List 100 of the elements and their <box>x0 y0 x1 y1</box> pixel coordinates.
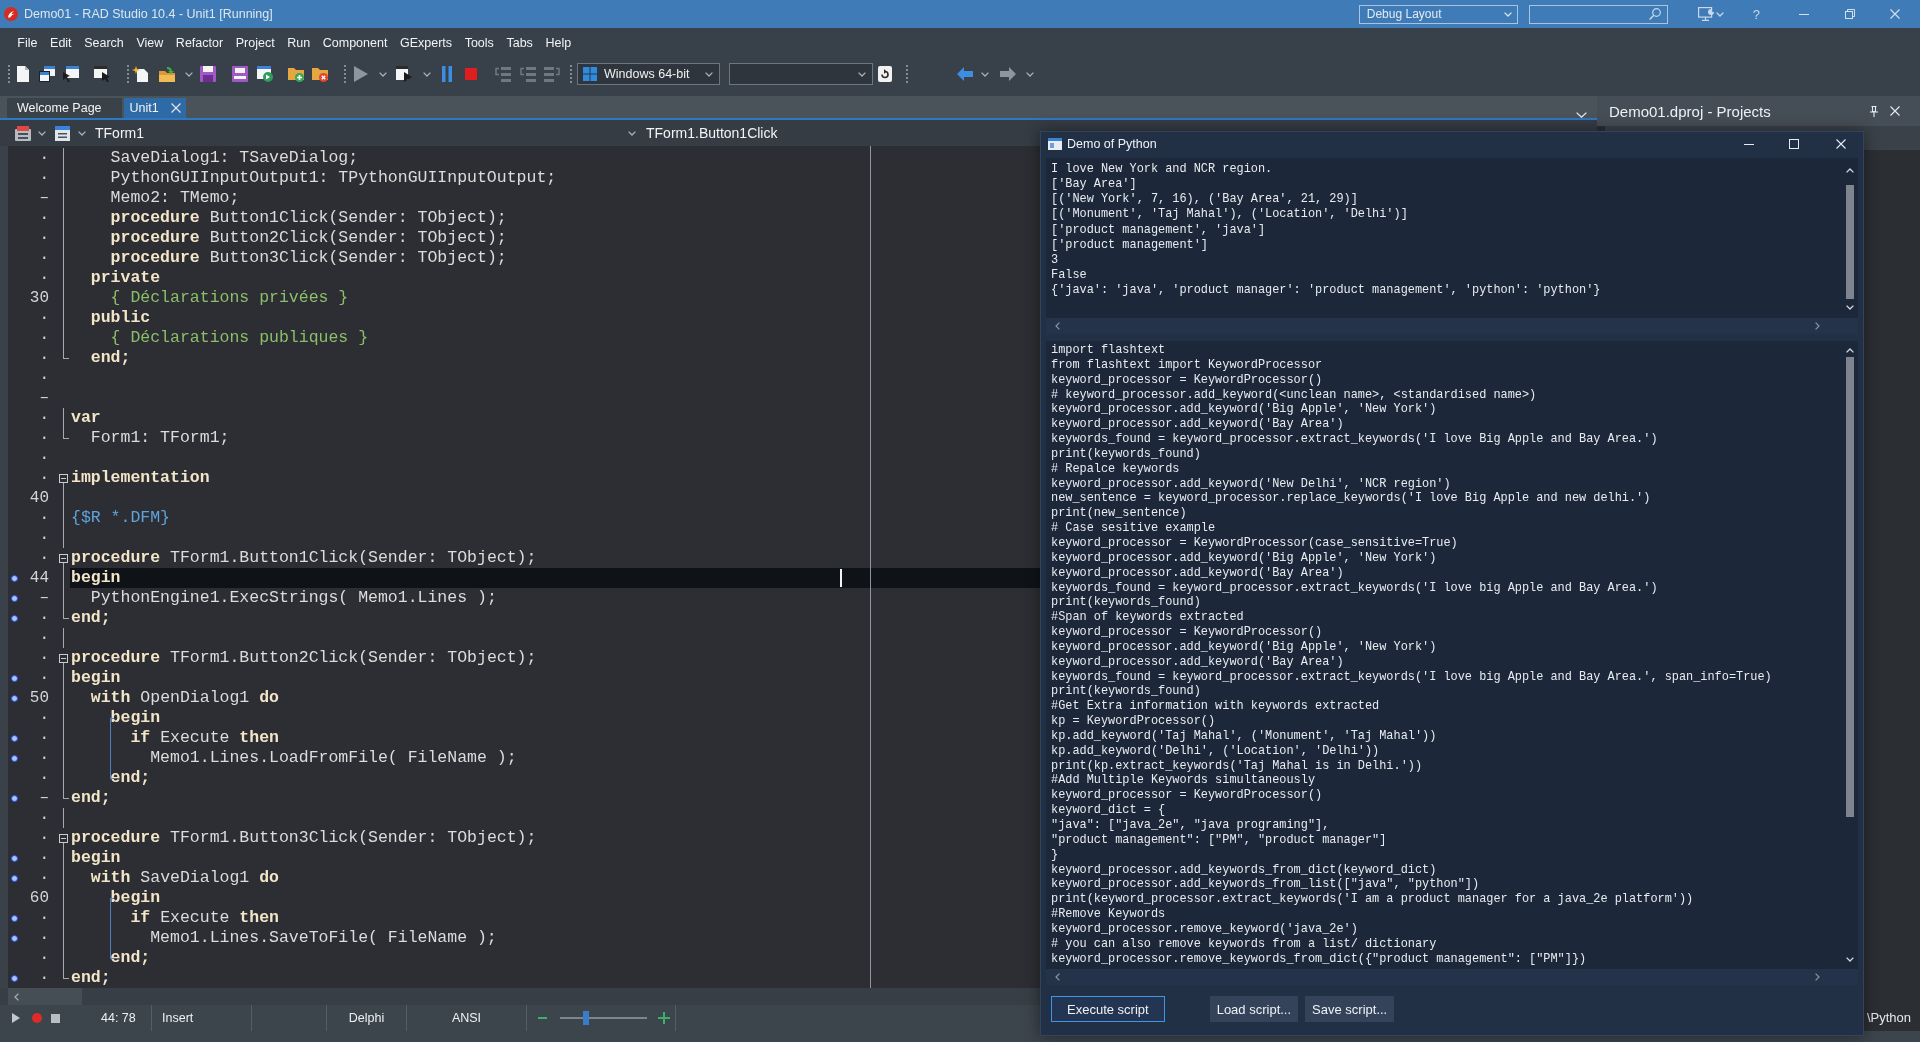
stop-icon[interactable] <box>51 1013 60 1023</box>
layout-dropdown[interactable]: Debug Layout <box>1358 4 1518 24</box>
chevron-right-icon[interactable] <box>1815 322 1820 330</box>
output-line: ['product management'] <box>1051 237 1208 253</box>
collapse-icon[interactable] <box>59 833 68 843</box>
refresh-tile-icon[interactable] <box>878 66 892 82</box>
menu-item[interactable]: Refactor <box>169 35 230 50</box>
menu-item[interactable]: File <box>11 35 44 50</box>
play-icon[interactable] <box>12 1013 20 1023</box>
close-icon[interactable] <box>170 103 181 113</box>
search-icon <box>1648 8 1661 20</box>
folder-arrow-icon[interactable] <box>159 66 175 82</box>
menu-item[interactable]: Run <box>280 35 317 50</box>
menu-item[interactable]: Component <box>316 35 394 50</box>
stacked-windows-icon[interactable] <box>39 66 55 82</box>
line-number: · <box>39 450 49 466</box>
script-line: keyword_processor = KeywordProcessor() <box>1051 788 1323 804</box>
menu-item[interactable]: Tools <box>458 35 501 50</box>
caret-icon[interactable] <box>628 130 636 136</box>
collapse-icon[interactable] <box>59 553 68 563</box>
menu-item[interactable]: GExperts <box>393 35 459 50</box>
menu-item[interactable]: Search <box>77 35 131 50</box>
menu-item[interactable]: Tabs <box>500 35 540 50</box>
path-text: \Python <box>1866 1010 1911 1025</box>
folder-add-icon[interactable] <box>288 66 304 82</box>
collapse-icon[interactable] <box>59 653 68 663</box>
class-selector[interactable]: TForm1 <box>95 125 144 141</box>
panel-icon[interactable] <box>15 125 31 141</box>
script-line: #Remove Keywords <box>1051 907 1166 922</box>
menu-item[interactable]: Edit <box>43 35 78 50</box>
caret-icon[interactable] <box>423 71 431 77</box>
window-pointer-icon[interactable] <box>63 66 79 82</box>
window-list-icon[interactable] <box>55 125 70 141</box>
close-icon[interactable] <box>1836 139 1846 149</box>
line-number: · <box>39 310 49 326</box>
sparkle-page-icon[interactable] <box>132 66 148 82</box>
scrollbar-thumb[interactable] <box>8 988 82 1005</box>
line-number: · <box>39 210 49 226</box>
pin-icon[interactable] <box>1870 105 1878 117</box>
load-button[interactable]: Load script... <box>1209 996 1299 1022</box>
output-line: ['Bay Area'] <box>1051 177 1137 193</box>
maximize-icon[interactable] <box>1789 139 1799 149</box>
caret-icon[interactable] <box>981 71 989 77</box>
collapse-icon[interactable] <box>59 473 68 483</box>
caret-icon[interactable] <box>185 71 193 77</box>
chevron-down-icon[interactable] <box>1846 305 1854 310</box>
folder-remove-icon[interactable] <box>312 66 328 82</box>
caret-icon[interactable] <box>38 130 46 136</box>
chevron-up-icon[interactable] <box>1846 348 1854 353</box>
output-field[interactable] <box>1046 158 1858 318</box>
back-arrow-icon[interactable] <box>957 67 973 81</box>
pause-icon[interactable] <box>442 66 452 82</box>
script-field[interactable] <box>1046 341 1858 969</box>
code-line: procedure Button3Click(Sender: TObject); <box>110 248 507 268</box>
caret-icon <box>858 71 866 77</box>
new-file-icon[interactable] <box>17 66 29 82</box>
forward-arrow-icon[interactable] <box>1000 67 1016 81</box>
window-play-icon[interactable] <box>396 66 412 82</box>
close-icon[interactable] <box>1890 106 1900 116</box>
code-line: PythonGUIInputOutput1: TPythonGUIInputOutput; <box>110 168 557 188</box>
menu-item[interactable]: Project <box>229 35 281 50</box>
chevron-down-icon[interactable] <box>1846 957 1854 962</box>
play-icon[interactable] <box>354 66 368 82</box>
chevron-up-icon[interactable] <box>1846 168 1854 173</box>
caret-icon[interactable] <box>78 130 86 136</box>
restore-icon[interactable] <box>1845 9 1855 19</box>
dropdown-field[interactable] <box>729 63 873 85</box>
scrollbar-thumb[interactable] <box>1846 185 1854 299</box>
chevron-left-icon[interactable] <box>1055 322 1060 330</box>
menu-item[interactable]: View <box>130 35 170 50</box>
chevron-down-icon[interactable] <box>1576 112 1587 118</box>
monitor-icon[interactable] <box>1697 7 1714 21</box>
caret-icon[interactable] <box>1026 71 1034 77</box>
minimize-icon[interactable] <box>1744 143 1754 145</box>
floppy-icon[interactable] <box>232 66 248 82</box>
chevron-right-icon[interactable] <box>1815 973 1820 981</box>
save-icon[interactable] <box>200 66 216 82</box>
window-play-icon[interactable] <box>257 66 273 82</box>
save-button[interactable]: Save script... <box>1305 996 1395 1022</box>
method-selector[interactable]: TForm1.Button1Click <box>646 125 778 141</box>
chevron-left-icon[interactable] <box>14 992 19 1001</box>
caret-icon[interactable] <box>1715 11 1724 17</box>
plus-icon[interactable] <box>658 1012 670 1024</box>
tab[interactable]: Unit1 <box>123 98 186 118</box>
window-pointer-icon[interactable] <box>94 66 110 82</box>
code-line: procedure Button1Click(Sender: TObject); <box>110 208 507 228</box>
slider-thumb[interactable] <box>583 1011 590 1025</box>
scrollbar-thumb[interactable] <box>1846 357 1854 817</box>
caret-icon[interactable] <box>379 71 387 77</box>
code-line: with SaveDialog1 do <box>90 868 279 888</box>
tab[interactable]: Welcome Page <box>7 98 122 118</box>
line-number: · <box>39 230 49 246</box>
code-line: begin <box>110 708 161 728</box>
menu-item[interactable]: Help <box>539 35 578 50</box>
chevron-left-icon[interactable] <box>1055 973 1060 981</box>
script-line: keyword_processor.add_keyword('Big Apple', 'New York') <box>1051 550 1437 566</box>
platform-dropdown[interactable]: Windows 64-bit <box>577 63 720 85</box>
execute-button[interactable]: Execute script <box>1051 996 1165 1022</box>
search-field[interactable] <box>1528 4 1668 24</box>
script-line: print(keywords_found) <box>1051 684 1201 700</box>
